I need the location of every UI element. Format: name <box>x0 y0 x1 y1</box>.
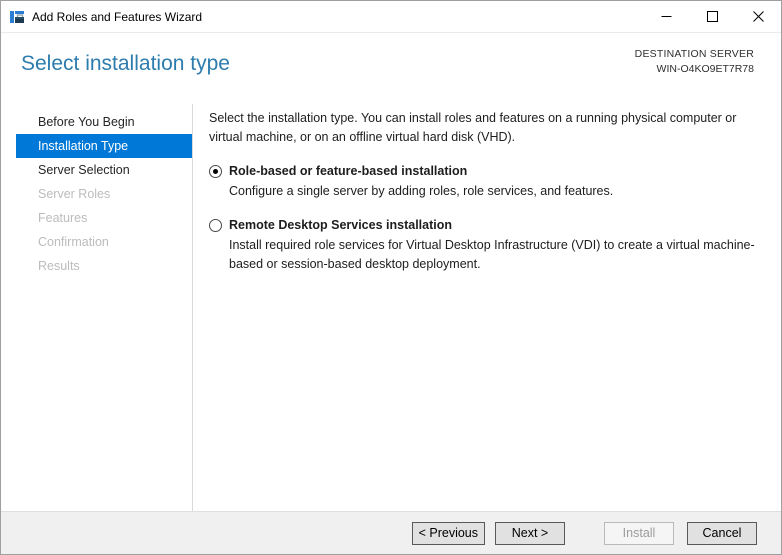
maximize-button[interactable] <box>689 1 735 32</box>
window-title: Add Roles and Features Wizard <box>32 10 202 24</box>
sidebar-item-features: Features <box>16 206 192 230</box>
sidebar-item-installation-type[interactable]: Installation Type <box>16 134 192 158</box>
destination-server-name: WIN-O4KO9ET7R78 <box>635 63 754 75</box>
sidebar-item-server-selection[interactable]: Server Selection <box>16 158 192 182</box>
previous-button[interactable]: < Previous <box>412 522 485 545</box>
option-role-based-head[interactable]: Role-based or feature-based installation <box>209 164 769 178</box>
page-title: Select installation type <box>21 52 230 76</box>
wizard-body: Before You Begin Installation Type Serve… <box>1 104 781 511</box>
install-button: Install <box>604 522 674 545</box>
wizard-content: Select the installation type. You can in… <box>193 104 781 511</box>
sidebar-item-server-roles: Server Roles <box>16 182 192 206</box>
sidebar-item-confirmation: Confirmation <box>16 230 192 254</box>
wizard-steps-sidebar: Before You Begin Installation Type Serve… <box>1 104 193 511</box>
option-remote-desktop-description: Install required role services for Virtu… <box>229 236 769 274</box>
wizard-window: Add Roles and Features Wizard Select ins… <box>0 0 782 555</box>
radio-role-based[interactable] <box>209 165 222 178</box>
sidebar-item-before-you-begin[interactable]: Before You Begin <box>16 110 192 134</box>
title-bar: Add Roles and Features Wizard <box>1 1 781 33</box>
option-role-based: Role-based or feature-based installation… <box>209 164 769 201</box>
next-button[interactable]: Next > <box>495 522 565 545</box>
destination-server-block: DESTINATION SERVER WIN-O4KO9ET7R78 <box>635 48 754 75</box>
close-icon <box>753 11 764 22</box>
option-remote-desktop-head[interactable]: Remote Desktop Services installation <box>209 218 769 232</box>
close-button[interactable] <box>735 1 781 32</box>
app-icon <box>9 9 25 25</box>
destination-server-label: DESTINATION SERVER <box>635 48 754 60</box>
option-role-based-description: Configure a single server by adding role… <box>229 182 769 201</box>
window-controls <box>643 1 781 32</box>
intro-text: Select the installation type. You can in… <box>209 109 769 147</box>
option-remote-desktop: Remote Desktop Services installation Ins… <box>209 218 769 274</box>
option-role-based-label[interactable]: Role-based or feature-based installation <box>229 164 467 178</box>
cancel-button[interactable]: Cancel <box>687 522 757 545</box>
radio-remote-desktop[interactable] <box>209 219 222 232</box>
wizard-footer: < Previous Next > Install Cancel <box>1 511 781 554</box>
minimize-icon <box>661 11 672 22</box>
wizard-header: Select installation type DESTINATION SER… <box>1 33 781 104</box>
minimize-button[interactable] <box>643 1 689 32</box>
option-remote-desktop-label[interactable]: Remote Desktop Services installation <box>229 218 452 232</box>
maximize-icon <box>707 11 718 22</box>
sidebar-item-results: Results <box>16 254 192 278</box>
